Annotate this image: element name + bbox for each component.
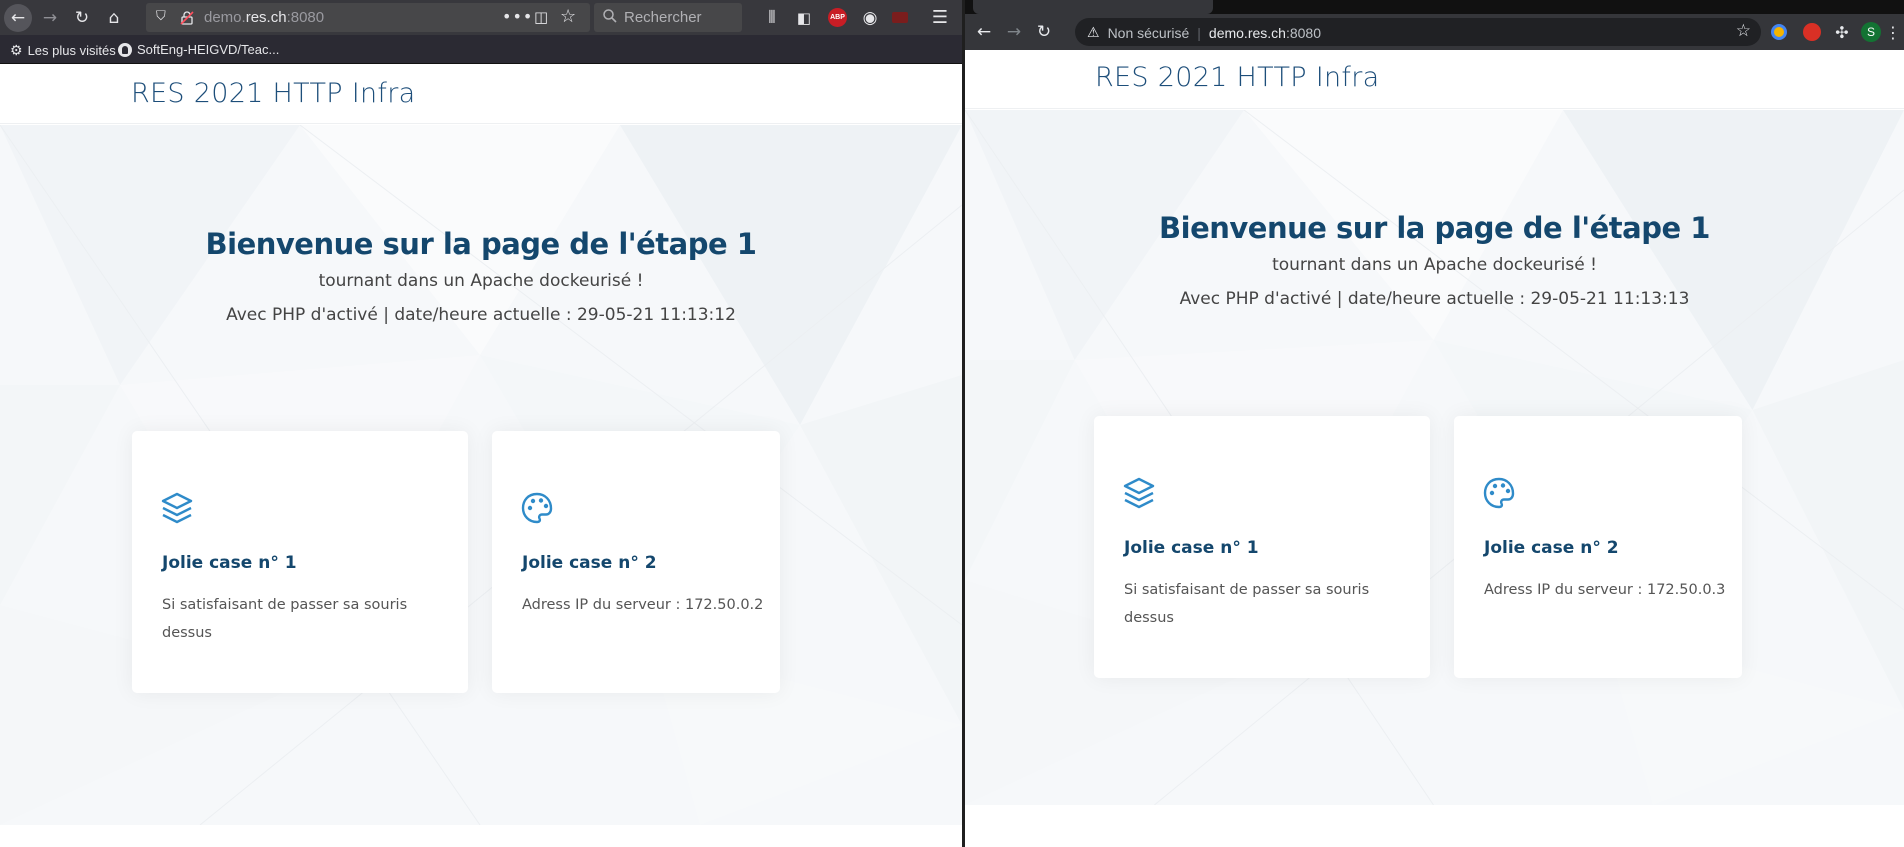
forward-button[interactable]: → [36, 4, 64, 31]
firefox-address-bar[interactable]: ⛉ demo.res.ch:8080 ••• ◫ ☆ [146, 3, 590, 32]
chrome-omnibox[interactable]: ⚠ Non sécurisé | demo.res.ch:8080 ☆ [1075, 18, 1761, 46]
firefox-window: ← → ↻ ⌂ ⛉ demo.res.ch:8080 ••• ◫ ☆ Reche… [0, 0, 962, 847]
chrome-tab-strip [965, 0, 1904, 14]
feature-card-1[interactable]: Jolie case n° 1 Si satisfaisant de passe… [132, 431, 468, 693]
back-button[interactable]: ← [4, 4, 32, 32]
bookmark-label: SoftEng-HEIGVD/Teac... [137, 42, 280, 57]
hero-section: Bienvenue sur la page de l'étape 1 tourn… [0, 125, 962, 825]
home-button[interactable]: ⌂ [100, 4, 128, 31]
chrome-active-tab[interactable] [973, 0, 1213, 14]
site-title[interactable]: RES 2021 HTTP Infra [131, 78, 415, 109]
palette-icon [520, 491, 554, 525]
profile-avatar[interactable]: S [1861, 22, 1881, 42]
chrome-url-text[interactable]: demo.res.ch:8080 [1209, 25, 1321, 41]
left-page: RES 2021 HTTP Infra Bienvenue sur la pag… [0, 65, 962, 847]
card-text: Adress IP du serveur : 172.50.0.2 [522, 597, 764, 613]
page-actions-icon[interactable]: ••• [502, 7, 533, 26]
account-icon[interactable]: ◉ [856, 4, 884, 31]
card-title: Jolie case n° 2 [1484, 538, 1619, 558]
hero-subtitle: tournant dans un Apache dockeurisé ! [318, 271, 644, 291]
pocket-icon[interactable]: ◫ [534, 8, 548, 26]
gear-icon: ⚙ [10, 42, 23, 58]
chrome-toolbar: ← → ↻ ⚠ Non sécurisé | demo.res.ch:8080 … [965, 14, 1904, 50]
right-page: RES 2021 HTTP Infra Bienvenue sur la pag… [965, 50, 1904, 847]
warning-icon[interactable]: ⚠ [1087, 24, 1100, 41]
extension-icon[interactable] [892, 12, 908, 23]
adblock-plus-icon[interactable]: ABP [828, 8, 847, 27]
firefox-toolbar: ← → ↻ ⌂ ⛉ demo.res.ch:8080 ••• ◫ ☆ Reche… [0, 0, 962, 35]
card-title: Jolie case n° 1 [1124, 538, 1259, 558]
star-bookmark-icon[interactable]: ☆ [1736, 21, 1751, 41]
site-title[interactable]: RES 2021 HTTP Infra [1095, 62, 1379, 93]
card-title: Jolie case n° 2 [522, 553, 657, 573]
reload-button[interactable]: ↻ [1031, 19, 1057, 45]
shield-icon[interactable]: ⛉ [156, 9, 166, 24]
extension-colorful-icon[interactable] [1771, 24, 1787, 40]
kebab-menu-icon[interactable]: ⋮ [1885, 19, 1901, 45]
star-bookmark-icon[interactable]: ☆ [560, 6, 576, 27]
layers-icon [1122, 476, 1156, 510]
layers-icon [160, 491, 194, 525]
feature-card-1[interactable]: Jolie case n° 1 Si satisfaisant de passe… [1094, 416, 1430, 678]
github-icon [118, 42, 132, 57]
insecure-lock-icon[interactable] [180, 10, 194, 25]
site-header: RES 2021 HTTP Infra [965, 50, 1904, 109]
site-header: RES 2021 HTTP Infra [0, 65, 962, 124]
extension-red-icon[interactable] [1803, 23, 1821, 41]
security-label[interactable]: Non sécurisé [1108, 25, 1190, 41]
hero-title: Bienvenue sur la page de l'étape 1 [1159, 211, 1710, 245]
reload-button[interactable]: ↻ [68, 4, 96, 31]
forward-button[interactable]: → [1001, 19, 1027, 45]
search-icon [602, 8, 618, 24]
bookmark-label: Les plus visités [27, 43, 116, 58]
hero-status: Avec PHP d'activé | date/heure actuelle … [226, 305, 736, 325]
bookmark-most-visited[interactable]: ⚙ Les plus visités [10, 42, 116, 59]
firefox-search-box[interactable]: Rechercher [594, 3, 742, 32]
hero-section: Bienvenue sur la page de l'étape 1 tourn… [965, 110, 1904, 805]
chrome-window: ← → ↻ ⚠ Non sécurisé | demo.res.ch:8080 … [962, 0, 1904, 847]
menu-icon[interactable]: ☰ [926, 4, 954, 31]
card-title: Jolie case n° 1 [162, 553, 297, 573]
library-icon[interactable]: ⫴ [758, 4, 786, 31]
bookmarks-toolbar: ⚙ Les plus visités SoftEng-HEIGVD/Teac..… [0, 35, 962, 64]
palette-icon [1482, 476, 1516, 510]
feature-card-2[interactable]: Jolie case n° 2 Adress IP du serveur : 1… [492, 431, 780, 693]
back-button[interactable]: ← [971, 19, 997, 45]
card-text: Si satisfaisant de passer sa souris dess… [1124, 582, 1370, 626]
card-text: Si satisfaisant de passer sa souris dess… [162, 597, 408, 641]
feature-card-2[interactable]: Jolie case n° 2 Adress IP du serveur : 1… [1454, 416, 1742, 678]
hero-subtitle: tournant dans un Apache dockeurisé ! [1272, 255, 1597, 275]
url-separator: | [1197, 24, 1201, 41]
hero-title: Bienvenue sur la page de l'étape 1 [205, 227, 757, 261]
hero-status: Avec PHP d'activé | date/heure actuelle … [1179, 289, 1690, 309]
sidebar-toggle-icon[interactable]: ◧ [790, 4, 818, 31]
bookmark-softeng[interactable]: SoftEng-HEIGVD/Teac... [118, 42, 279, 57]
card-text: Adress IP du serveur : 172.50.0.3 [1484, 582, 1726, 598]
puzzle-extensions-icon[interactable]: ✣ [1829, 19, 1855, 45]
firefox-url-text[interactable]: demo.res.ch:8080 [204, 9, 324, 26]
search-placeholder: Rechercher [624, 9, 702, 26]
